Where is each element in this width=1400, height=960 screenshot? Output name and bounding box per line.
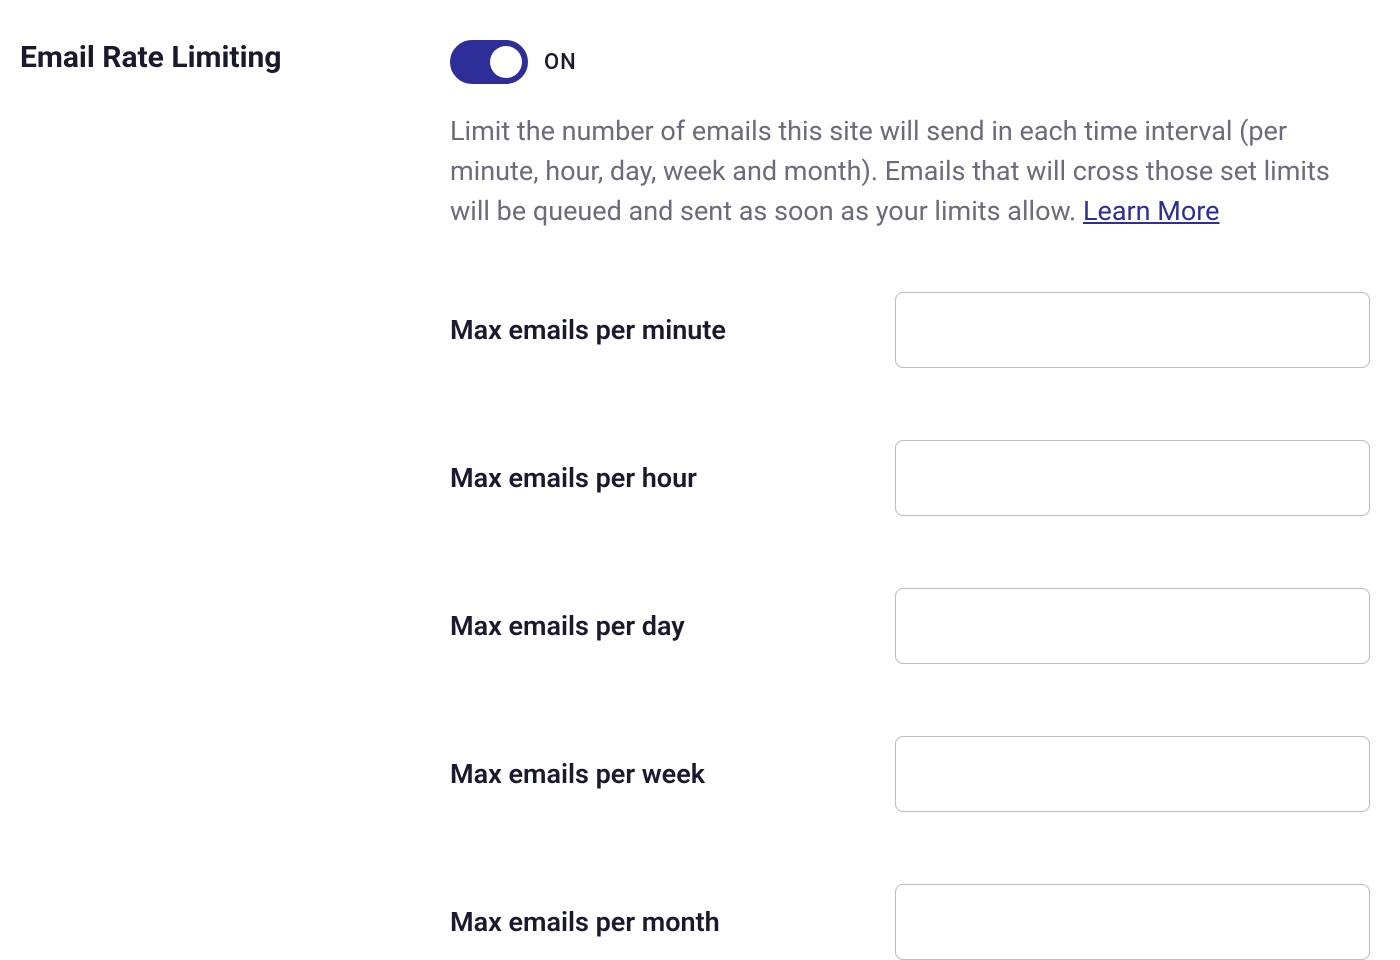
learn-more-link[interactable]: Learn More xyxy=(1083,195,1220,227)
rate-limit-fields: Max emails per minute Max emails per hou… xyxy=(450,292,1370,960)
max-per-minute-label: Max emails per minute xyxy=(450,314,865,346)
max-per-hour-label: Max emails per hour xyxy=(450,462,865,494)
field-row-week: Max emails per week xyxy=(450,736,1370,812)
toggle-state-label: ON xyxy=(544,50,577,75)
section-heading: Email Rate Limiting xyxy=(20,40,450,75)
rate-limiting-toggle-row: ON xyxy=(450,40,1370,84)
max-per-month-input[interactable] xyxy=(895,884,1370,960)
max-per-minute-input[interactable] xyxy=(895,292,1370,368)
max-per-day-input[interactable] xyxy=(895,588,1370,664)
field-row-minute: Max emails per minute xyxy=(450,292,1370,368)
rate-limiting-description: Limit the number of emails this site wil… xyxy=(450,112,1370,232)
toggle-knob-icon xyxy=(490,46,522,78)
section-content-column: ON Limit the number of emails this site … xyxy=(450,40,1370,960)
max-per-hour-input[interactable] xyxy=(895,440,1370,516)
max-per-week-label: Max emails per week xyxy=(450,758,865,790)
max-per-day-label: Max emails per day xyxy=(450,610,865,642)
email-rate-limiting-section: Email Rate Limiting ON Limit the number … xyxy=(20,40,1380,960)
field-row-hour: Max emails per hour xyxy=(450,440,1370,516)
field-row-day: Max emails per day xyxy=(450,588,1370,664)
max-per-week-input[interactable] xyxy=(895,736,1370,812)
max-per-month-label: Max emails per month xyxy=(450,906,865,938)
rate-limiting-toggle[interactable] xyxy=(450,40,528,84)
section-heading-column: Email Rate Limiting xyxy=(20,40,450,75)
field-row-month: Max emails per month xyxy=(450,884,1370,960)
